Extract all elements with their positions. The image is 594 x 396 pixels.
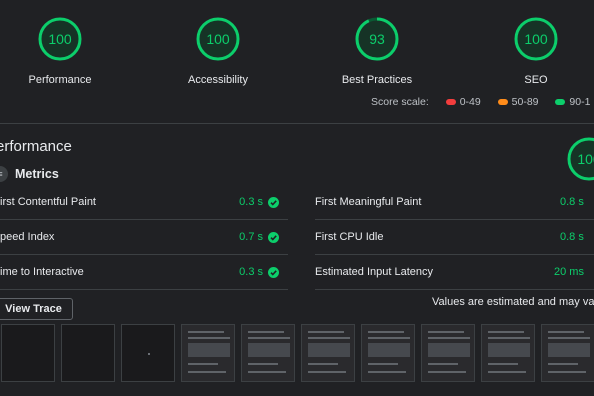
- gauge-performance[interactable]: 100 Performance: [0, 16, 120, 86]
- filmstrip-frame[interactable]: [301, 324, 355, 382]
- gauge-ring: 93: [354, 16, 400, 62]
- gauge-score: 100: [48, 31, 72, 47]
- score-scale-label: Score scale:: [371, 96, 429, 108]
- metric-row: ime to Interactive 0.3 s: [0, 256, 288, 290]
- performance-section: erformance 100 ≡ Metrics irst Contentful…: [0, 124, 594, 396]
- toggle-view-icon[interactable]: ≡: [0, 166, 8, 182]
- filmstrip-frame[interactable]: [1, 324, 55, 382]
- estimate-note: Values are estimated and may var: [432, 296, 594, 308]
- metric-name: First CPU Idle: [315, 231, 384, 243]
- metric-name: Estimated Input Latency: [315, 266, 434, 278]
- gauge-best-practices[interactable]: 93 Best Practices: [317, 16, 437, 86]
- pass-range-icon: [555, 99, 566, 106]
- pass-check-icon: [268, 267, 279, 278]
- metrics-header[interactable]: ≡ Metrics: [0, 164, 59, 184]
- score-scale-legend: Score scale: 0-49 50-89 90-1: [371, 96, 590, 108]
- score-summary: 100 Performance 100 Accessibility 93 Bes…: [0, 0, 594, 124]
- average-range-icon: [497, 99, 508, 106]
- gauge-score: 100: [524, 31, 548, 47]
- filmstrip-frame[interactable]: [421, 324, 475, 382]
- gauge-label: Best Practices: [341, 74, 413, 86]
- view-trace-label: View Trace: [5, 303, 62, 315]
- gauge-label: SEO: [524, 74, 548, 86]
- metric-row: First Meaningful Paint 0.8 s: [315, 186, 594, 220]
- filmstrip-frame[interactable]: [361, 324, 415, 382]
- filmstrip-frame[interactable]: [61, 324, 115, 382]
- pass-range-label: 90-1: [569, 96, 591, 108]
- gauge-label: Accessibility: [188, 74, 248, 86]
- metric-name: peed Index: [0, 231, 55, 243]
- performance-gauge[interactable]: 100: [566, 136, 594, 182]
- filmstrip: [0, 324, 594, 382]
- filmstrip-frame[interactable]: [181, 324, 235, 382]
- metric-row: irst Contentful Paint 0.3 s: [0, 186, 288, 220]
- filmstrip-frame[interactable]: [541, 324, 594, 382]
- metric-value: 0.3 s: [239, 266, 263, 278]
- metric-value: 0.3 s: [239, 196, 263, 208]
- pass-check-icon: [268, 232, 279, 243]
- metric-row: Estimated Input Latency 20 ms: [315, 256, 594, 290]
- metric-row: First CPU Idle 0.8 s: [315, 221, 594, 255]
- section-title: erformance: [0, 138, 72, 155]
- fail-range-label: 0-49: [459, 96, 481, 108]
- view-trace-button[interactable]: View Trace: [0, 298, 73, 320]
- metric-value: 0.7 s: [239, 231, 263, 243]
- metric-row: peed Index 0.7 s: [0, 221, 288, 255]
- metric-value: 0.8 s: [560, 231, 584, 243]
- gauge-seo[interactable]: 100 SEO: [476, 16, 594, 86]
- gauge-score: 100: [577, 151, 594, 167]
- filmstrip-frame[interactable]: [481, 324, 535, 382]
- gauge-ring: 100: [195, 16, 241, 62]
- gauge-ring: 100: [37, 16, 83, 62]
- gauge-score: 93: [369, 31, 385, 47]
- fail-range-icon: [445, 99, 456, 106]
- gauge-label: Performance: [28, 74, 92, 86]
- gauge-accessibility[interactable]: 100 Accessibility: [158, 16, 278, 86]
- metrics-title: Metrics: [15, 167, 59, 181]
- filmstrip-frame[interactable]: [121, 324, 175, 382]
- gauge-ring: 100: [513, 16, 559, 62]
- metric-name: First Meaningful Paint: [315, 196, 422, 208]
- gauge-score: 100: [206, 31, 230, 47]
- metric-name: ime to Interactive: [0, 266, 84, 278]
- metric-value: 0.8 s: [560, 196, 584, 208]
- pass-check-icon: [268, 197, 279, 208]
- metric-value: 20 ms: [554, 266, 584, 278]
- filmstrip-frame[interactable]: [241, 324, 295, 382]
- average-range-label: 50-89: [511, 96, 539, 108]
- metric-name: irst Contentful Paint: [0, 196, 96, 208]
